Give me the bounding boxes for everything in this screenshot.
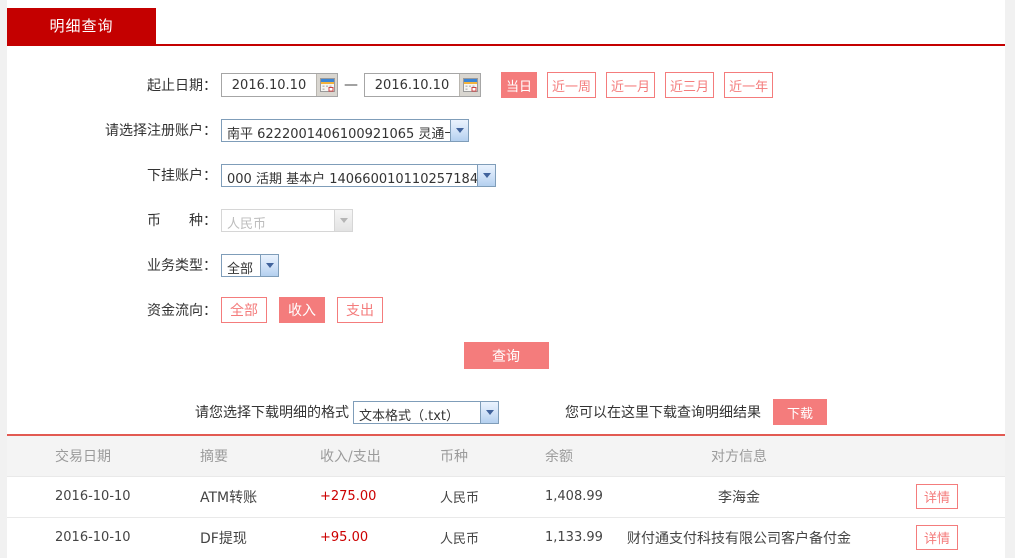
column-header-action (869, 436, 1005, 476)
download-format-value: 文本格式（.txt） (359, 408, 460, 423)
business-type-value: 全部 (227, 261, 254, 276)
download-hint: 您可以在这里下载查询明细结果 (565, 405, 761, 421)
register-account-row: 请选择注册账户： 南平 6222001406100921065 灵通卡 (7, 117, 1005, 143)
register-account-label: 请选择注册账户： (105, 123, 217, 139)
download-format-select[interactable]: 文本格式（.txt） (353, 400, 499, 424)
register-account-select[interactable]: 南平 6222001406100921065 灵通卡 (221, 118, 469, 142)
table-row: 2016-10-10 ATM转账 +275.00 人民币 1,408.99 李海… (7, 476, 1005, 518)
download-row: 请您选择下载明细的格式 文本格式（.txt） 您可以在这里下载查询明细结果 下载 (7, 399, 1005, 425)
cell-amount: +275.00 (272, 476, 392, 518)
fund-flow-all-button[interactable]: 全部 (221, 297, 267, 323)
tab-bar: 明细查询 (7, 0, 1005, 46)
calendar-icon (462, 78, 478, 92)
query-button-row: 查询 (7, 342, 1005, 369)
detail-button[interactable]: 详情 (916, 484, 958, 509)
cell-counterparty: 财付通支付科技有限公司客户备付金 (609, 517, 869, 558)
sub-account-row: 下挂账户： 000 活期 基本户 1406600101102571848 (7, 162, 1005, 188)
date-range-row: 起止日期： 2016.10.10 — 2016.10.10 当日 近一周 近一月… (7, 72, 1005, 98)
table-row: 2016-10-10 DF提现 +95.00 人民币 1,133.99 财付通支… (7, 517, 1005, 558)
date-range-label: 起止日期： (147, 78, 217, 94)
sub-account-value: 000 活期 基本户 1406600101102571848 (227, 171, 477, 186)
query-form: 起止日期： 2016.10.10 — 2016.10.10 当日 近一周 近一月… (7, 46, 1005, 425)
chevron-down-icon (477, 164, 495, 186)
quick-range-today-button[interactable]: 当日 (501, 72, 538, 98)
start-date-field (221, 73, 338, 97)
business-type-select[interactable]: 全部 (221, 253, 279, 277)
quick-range-month-button[interactable]: 近一月 (606, 72, 656, 98)
fund-flow-label: 资金流向： (147, 303, 217, 319)
cell-currency: 人民币 (392, 517, 497, 558)
column-header-counterparty: 对方信息 (609, 436, 869, 476)
transactions-table: 交易日期 摘要 收入/支出 币种 余额 对方信息 2016-10-10 ATM转… (7, 436, 1005, 558)
start-date-calendar-button[interactable] (316, 74, 337, 96)
business-type-row: 业务类型： 全部 (7, 252, 1005, 278)
sub-account-select[interactable]: 000 活期 基本户 1406600101102571848 (221, 163, 496, 187)
business-type-label: 业务类型： (147, 258, 217, 274)
detail-query-page: 明细查询 起止日期： 2016.10.10 — 2016.10.10 当日 近一… (7, 0, 1005, 558)
column-header-amount: 收入/支出 (272, 436, 392, 476)
cell-summary: ATM转账 (152, 476, 272, 518)
cell-counterparty: 李海金 (609, 476, 869, 518)
register-account-value: 南平 6222001406100921065 灵通卡 (227, 126, 450, 141)
detail-button[interactable]: 详情 (916, 525, 958, 550)
query-button[interactable]: 查询 (463, 342, 549, 369)
cell-currency: 人民币 (392, 476, 497, 518)
fund-flow-income-button[interactable]: 收入 (279, 297, 325, 323)
cell-summary: DF提现 (152, 517, 272, 558)
end-date-input[interactable] (365, 74, 459, 96)
chevron-down-icon (480, 401, 498, 423)
column-header-date: 交易日期 (7, 436, 152, 476)
chevron-down-icon (260, 254, 278, 276)
quick-range-quarter-button[interactable]: 近三月 (665, 72, 715, 98)
currency-value: 人民币 (227, 216, 267, 231)
table-header-row: 交易日期 摘要 收入/支出 币种 余额 对方信息 (7, 436, 1005, 476)
cell-date: 2016-10-10 (7, 476, 152, 518)
fund-flow-row: 资金流向： 全部 收入 支出 (7, 297, 1005, 323)
end-date-field (364, 73, 481, 97)
fund-flow-expense-button[interactable]: 支出 (337, 297, 383, 323)
sub-account-label: 下挂账户： (147, 168, 217, 184)
currency-select: 人民币 (221, 208, 353, 232)
quick-range-week-button[interactable]: 近一周 (547, 72, 597, 98)
column-header-summary: 摘要 (152, 436, 272, 476)
chevron-down-icon (450, 119, 468, 141)
cell-date: 2016-10-10 (7, 517, 152, 558)
start-date-input[interactable] (222, 74, 316, 96)
cell-balance: 1,408.99 (497, 476, 609, 518)
cell-amount: +95.00 (272, 517, 392, 558)
calendar-icon (319, 78, 335, 92)
cell-action: 详情 (869, 517, 1005, 558)
download-format-label: 请您选择下载明细的格式 (195, 405, 349, 421)
download-button[interactable]: 下载 (773, 399, 827, 425)
cell-action: 详情 (869, 476, 1005, 518)
date-range-separator: — (344, 77, 358, 93)
chevron-down-icon (334, 209, 352, 231)
currency-row: 币 种： 人民币 (7, 207, 1005, 233)
quick-range-year-button[interactable]: 近一年 (724, 72, 774, 98)
tab-detail-query[interactable]: 明细查询 (7, 8, 156, 44)
end-date-calendar-button[interactable] (459, 74, 480, 96)
cell-balance: 1,133.99 (497, 517, 609, 558)
currency-label: 币 种： (147, 213, 217, 229)
column-header-currency: 币种 (392, 436, 497, 476)
column-header-balance: 余额 (497, 436, 609, 476)
